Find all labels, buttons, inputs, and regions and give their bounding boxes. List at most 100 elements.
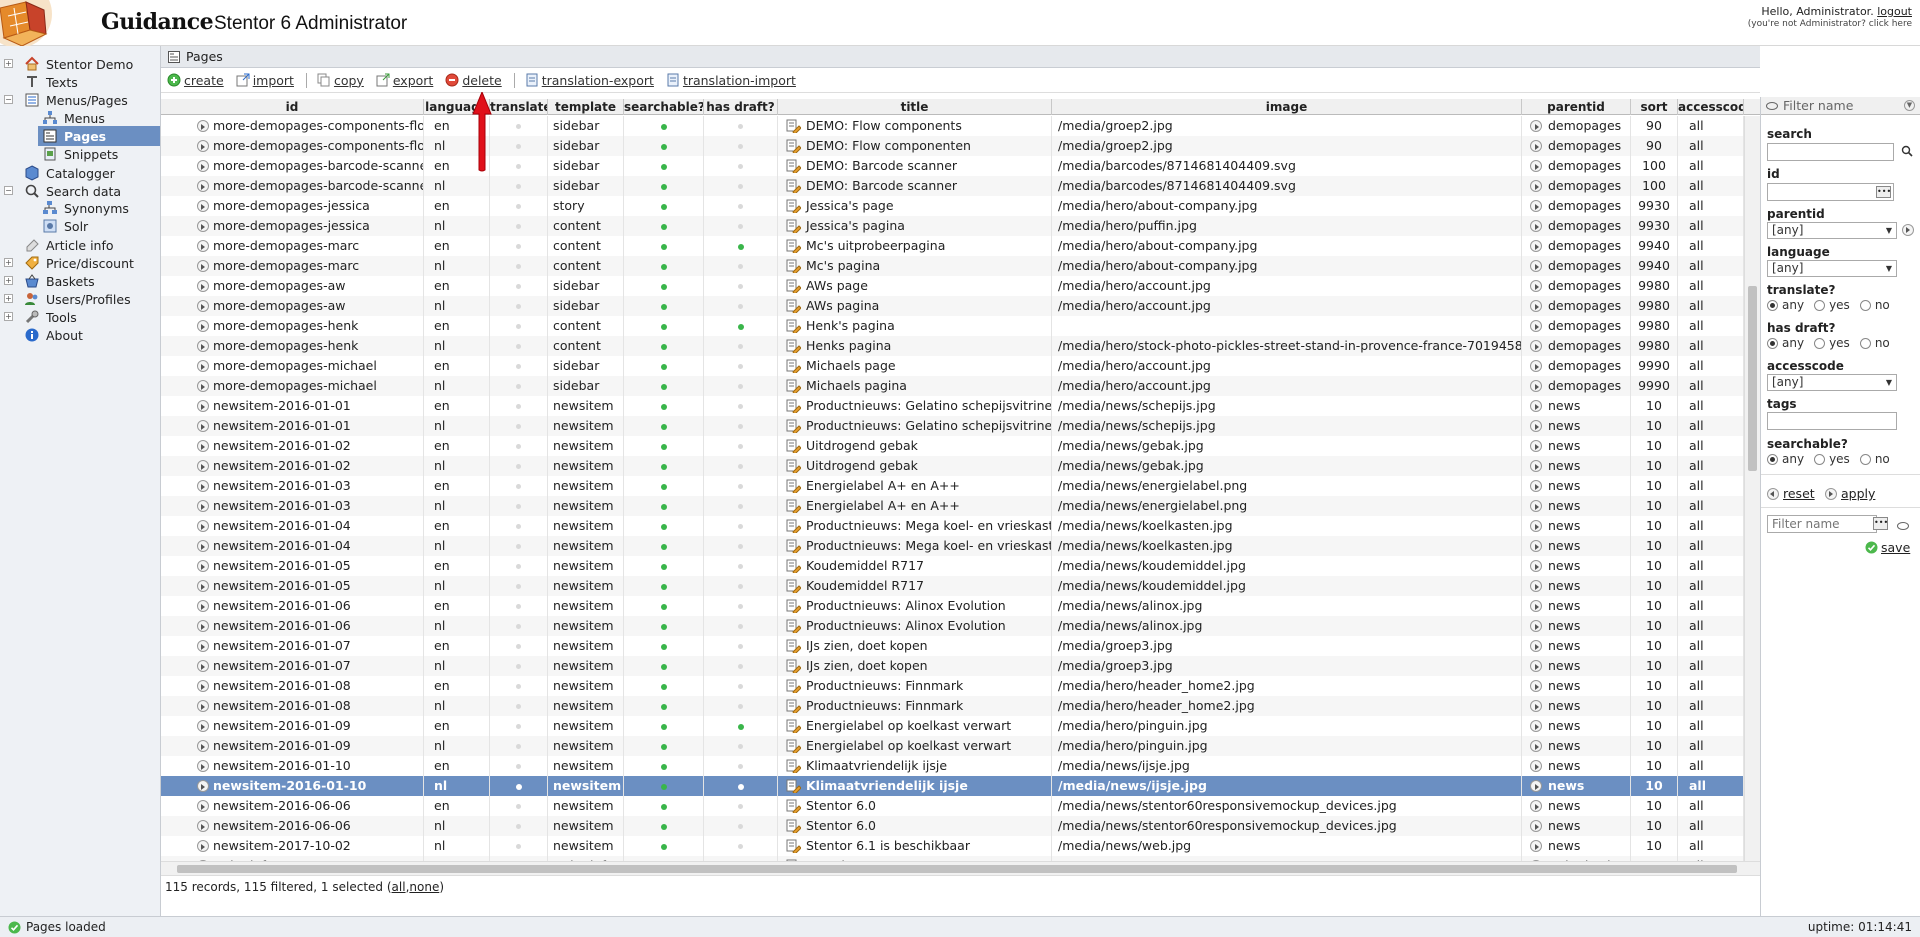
parent-go-icon[interactable]	[1530, 500, 1542, 512]
page-edit-icon[interactable]	[786, 759, 802, 775]
table-row[interactable]: newsitem-2016-01-02 nl newsitem Uitdrogend …	[161, 456, 1744, 476]
row-open-icon[interactable]	[197, 340, 209, 352]
table-row[interactable]: newsitem-2016-01-10 en newsitem Klimaatvrie…	[161, 756, 1744, 776]
row-open-icon[interactable]	[197, 600, 209, 612]
accesscode-select[interactable]: [any]	[1767, 374, 1897, 391]
row-open-icon[interactable]	[197, 560, 209, 572]
table-row[interactable]: newsitem-2016-01-08 nl newsitem Productnieu…	[161, 696, 1744, 716]
table-row[interactable]: more-demopages-barcode-scanner en sidebar D…	[161, 156, 1744, 176]
table-row[interactable]: more-demopages-michael en sidebar Michaels …	[161, 356, 1744, 376]
page-edit-icon[interactable]	[786, 779, 802, 795]
page-edit-icon[interactable]	[786, 419, 802, 435]
page-edit-icon[interactable]	[786, 639, 802, 655]
parent-go-icon[interactable]	[1530, 800, 1542, 812]
row-open-icon[interactable]	[197, 540, 209, 552]
parent-go-icon[interactable]	[1530, 700, 1542, 712]
vertical-scrollbar[interactable]	[1744, 116, 1760, 861]
row-open-icon[interactable]	[197, 780, 209, 792]
row-open-icon[interactable]	[197, 160, 209, 172]
collapse-icon[interactable]: −	[4, 95, 13, 104]
page-edit-icon[interactable]	[786, 359, 802, 375]
table-row[interactable]: newsitem-2016-01-06 en newsitem Productnieu…	[161, 596, 1744, 616]
sidebar-item-snippets[interactable]: Snippets	[38, 144, 160, 164]
page-edit-icon[interactable]	[786, 279, 802, 295]
table-row[interactable]: more-demopages-components-flow en sidebar D…	[161, 116, 1744, 136]
parent-go-icon[interactable]	[1530, 620, 1542, 632]
row-open-icon[interactable]	[197, 400, 209, 412]
not-admin-link[interactable]: (you're not Administrator? click here	[1748, 19, 1912, 29]
row-open-icon[interactable]	[197, 640, 209, 652]
select-none-link[interactable]: none	[409, 880, 439, 894]
parent-go-icon[interactable]	[1530, 320, 1542, 332]
page-edit-icon[interactable]	[786, 499, 802, 515]
language-select[interactable]: [any]	[1767, 260, 1897, 277]
parent-go-icon[interactable]	[1530, 220, 1542, 232]
table-row[interactable]: more-demopages-jessica en story Jessica's p…	[161, 196, 1744, 216]
translate-no-option[interactable]: no	[1859, 298, 1890, 312]
row-open-icon[interactable]	[197, 820, 209, 832]
table-row[interactable]: newsitem-2016-01-01 en newsitem Productnieu…	[161, 396, 1744, 416]
table-row[interactable]: newsitem-2016-06-06 nl newsitem Stentor 6.0…	[161, 816, 1744, 836]
filter-name-lookup-icon[interactable]: •••	[1873, 517, 1888, 530]
page-edit-icon[interactable]	[786, 299, 802, 315]
table-row[interactable]: more-demopages-marc nl content Mc's pagina /…	[161, 256, 1744, 276]
translation-import-button[interactable]: translation-import	[666, 73, 796, 88]
parent-go-icon[interactable]	[1530, 560, 1542, 572]
page-edit-icon[interactable]	[786, 559, 802, 575]
parent-go-icon[interactable]	[1530, 120, 1542, 132]
parent-go-icon[interactable]	[1530, 420, 1542, 432]
save-filter-button[interactable]: save	[1865, 540, 1910, 555]
page-edit-icon[interactable]	[786, 459, 802, 475]
parent-go-icon[interactable]	[1530, 440, 1542, 452]
parent-go-icon[interactable]	[1530, 840, 1542, 852]
table-row[interactable]: more-demopages-aw en sidebar AWs page/media…	[161, 276, 1744, 296]
filter-name-input[interactable]	[1767, 515, 1877, 533]
page-edit-icon[interactable]	[786, 159, 802, 175]
parent-go-icon[interactable]	[1530, 820, 1542, 832]
delete-button[interactable]: delete	[445, 73, 502, 88]
parent-go-icon[interactable]	[1530, 740, 1542, 752]
translate-yes-option[interactable]: yes	[1814, 298, 1850, 312]
search-input[interactable]	[1767, 143, 1894, 161]
parent-go-icon[interactable]	[1530, 400, 1542, 412]
translation-export-button[interactable]: translation-export	[525, 73, 654, 88]
create-button[interactable]: create	[167, 73, 224, 88]
row-open-icon[interactable]	[197, 320, 209, 332]
row-open-icon[interactable]	[197, 200, 209, 212]
page-edit-icon[interactable]	[786, 739, 802, 755]
collapse-icon[interactable]: −	[4, 186, 13, 195]
sidebar-item-price-discount[interactable]: + Price/discount	[0, 253, 160, 273]
table-row[interactable]: newsitem-2016-01-08 en newsitem Productnieu…	[161, 676, 1744, 696]
parent-go-icon[interactable]	[1530, 380, 1542, 392]
row-open-icon[interactable]	[197, 220, 209, 232]
parent-go-icon[interactable]	[1530, 580, 1542, 592]
page-edit-icon[interactable]	[786, 599, 802, 615]
column-header-accesscode[interactable]: accesscode	[1678, 99, 1744, 115]
sidebar-item-stentor-demo[interactable]: + Stentor Demo	[0, 54, 160, 74]
page-edit-icon[interactable]	[786, 199, 802, 215]
table-row[interactable]: newsitem-2016-06-06 en newsitem Stentor 6.0…	[161, 796, 1744, 816]
sidebar-item-pages[interactable]: Pages	[38, 126, 160, 146]
page-edit-icon[interactable]	[786, 819, 802, 835]
column-header-translate[interactable]: translate?	[490, 99, 548, 115]
row-open-icon[interactable]	[197, 360, 209, 372]
row-open-icon[interactable]	[197, 260, 209, 272]
table-row[interactable]: newsitem-2016-01-09 nl newsitem Energielabe…	[161, 736, 1744, 756]
filter-header[interactable]: Filter name ▼	[1761, 97, 1920, 115]
searchable-no-option[interactable]: no	[1859, 452, 1890, 466]
import-button[interactable]: import	[236, 73, 294, 88]
sidebar-item-article-info[interactable]: Article info	[0, 235, 160, 255]
row-open-icon[interactable]	[197, 460, 209, 472]
row-open-icon[interactable]	[197, 760, 209, 772]
select-all-link[interactable]: all	[392, 880, 406, 894]
row-open-icon[interactable]	[197, 700, 209, 712]
row-open-icon[interactable]	[197, 660, 209, 672]
copy-button[interactable]: copy	[317, 73, 364, 88]
parent-go-icon[interactable]	[1530, 780, 1542, 792]
page-edit-icon[interactable]	[786, 539, 802, 555]
table-row[interactable]: newsitem-2017-10-02 nl newsitem Stentor 6.1…	[161, 836, 1744, 856]
translate-any-option[interactable]: any	[1767, 298, 1804, 312]
column-header-title[interactable]: title	[778, 99, 1052, 115]
page-edit-icon[interactable]	[786, 839, 802, 855]
table-row[interactable]: newsitem-2016-01-05 en newsitem Koudemiddel…	[161, 556, 1744, 576]
